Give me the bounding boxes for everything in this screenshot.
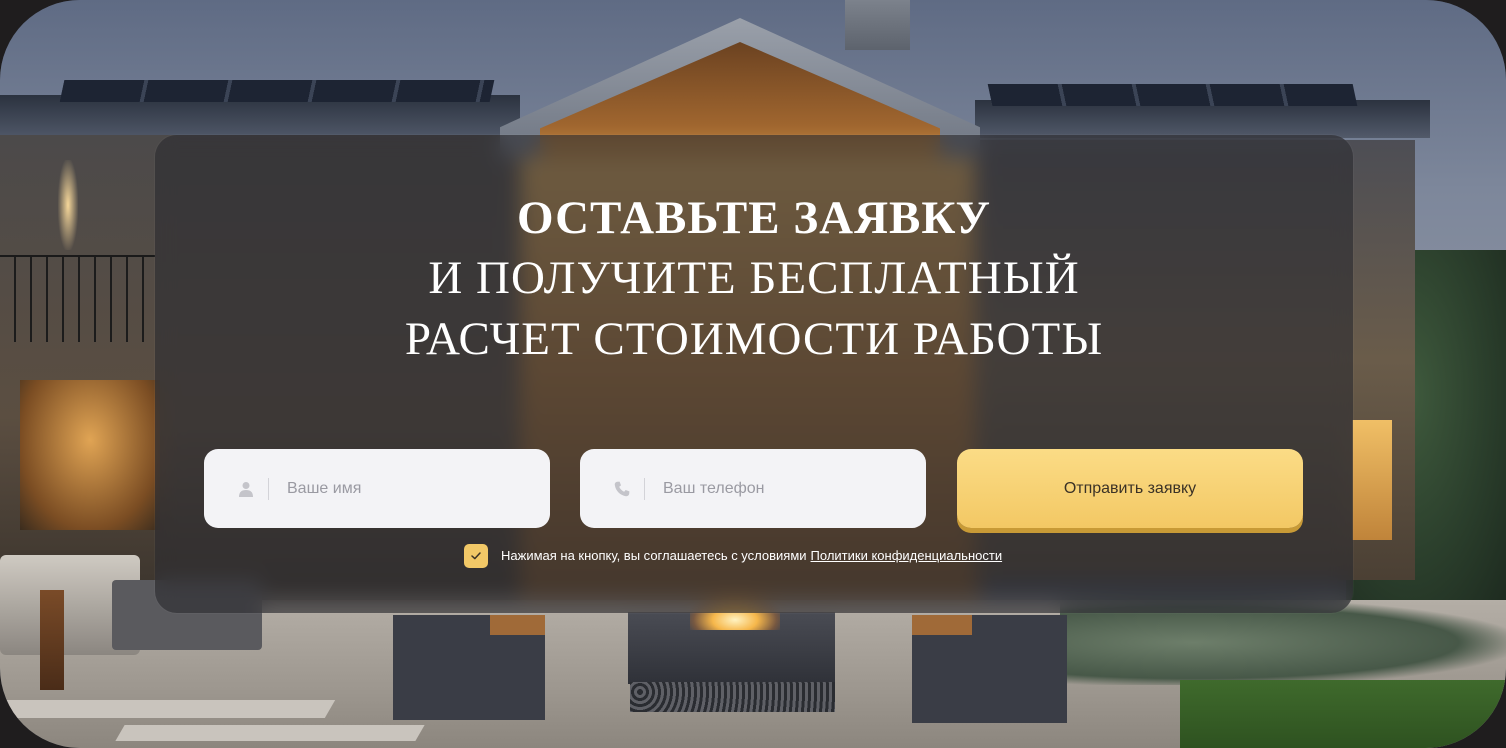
privacy-policy-link[interactable]: Политики конфиденциальности (811, 548, 1003, 563)
privacy-consent: Нажимая на кнопку, вы соглашаетесь с усл… (464, 543, 1002, 568)
name-input[interactable] (285, 478, 529, 499)
phone-icon (612, 479, 632, 499)
phone-input[interactable] (661, 478, 905, 499)
consent-text: Нажимая на кнопку, вы соглашаетесь с усл… (501, 548, 807, 563)
field-divider (268, 477, 269, 500)
headline-line-2: и получите бесплатный (428, 252, 1080, 304)
request-form-panel: Оставьте заявку и получите бесплатный ра… (155, 135, 1353, 613)
headline-line-1: Оставьте заявку (516, 192, 992, 244)
checkmark-icon (471, 551, 481, 559)
name-field[interactable] (204, 449, 550, 528)
consent-checkbox[interactable] (464, 543, 488, 568)
headline-line-3: расчет стоимости работы (404, 313, 1104, 365)
user-icon (236, 479, 256, 499)
page-title: Оставьте заявку и получите бесплатный ра… (155, 190, 1353, 368)
field-divider (644, 477, 645, 500)
phone-field[interactable] (580, 449, 926, 528)
hero-section: Оставьте заявку и получите бесплатный ра… (0, 0, 1506, 748)
submit-request-button[interactable]: Отправить заявку (957, 449, 1303, 528)
